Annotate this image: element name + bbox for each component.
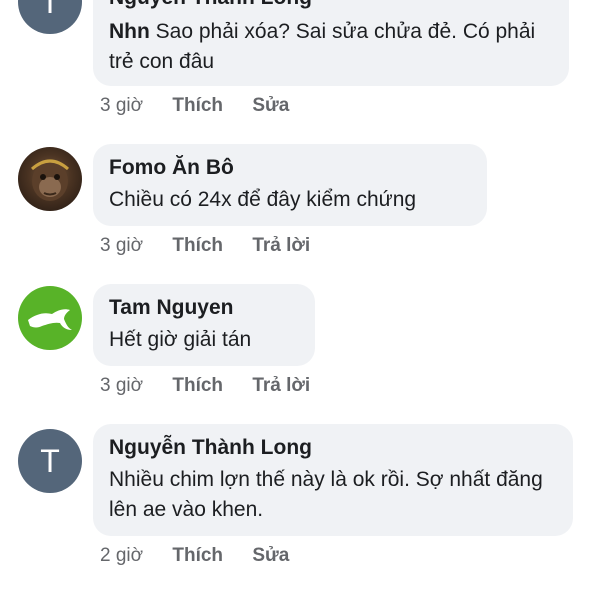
comment-author[interactable]: Tam Nguyen	[109, 295, 299, 321]
comment-bubble[interactable]: Nguyễn Thành Long Nhn Sao phải xóa? Sai …	[93, 0, 569, 86]
comment-meta: 3 giờ Thích Trả lời	[100, 374, 334, 398]
reply-button[interactable]: Trả lời	[252, 374, 310, 398]
like-button[interactable]: Thích	[172, 374, 223, 398]
puma-silhouette-icon	[28, 309, 72, 330]
avatar-letter: T	[40, 442, 60, 479]
comment-time[interactable]: 3 giờ	[100, 374, 143, 398]
comment-bubble[interactable]: Nguyễn Thành Long Nhiều chim lợn thế này…	[93, 424, 573, 536]
monkey-face-icon	[31, 159, 69, 201]
comment-meta: 2 giờ Thích Sửa	[100, 544, 313, 568]
comment-text: Nhn Sao phải xóa? Sai sửa chửa đẻ. Có ph…	[109, 17, 553, 77]
user-avatar[interactable]: T	[18, 429, 82, 493]
comment-meta: 3 giờ Thích Trả lời	[100, 234, 334, 258]
edit-button[interactable]: Sửa	[252, 94, 289, 118]
comment-body: Chiều có 24x để đây kiểm chứng	[109, 188, 417, 211]
comment-meta: 3 giờ Thích Sửa	[100, 94, 313, 118]
user-avatar[interactable]: T	[18, 0, 82, 34]
monkey-warrior-avatar-icon[interactable]	[18, 147, 82, 211]
comment-body: Hết giờ giải tán	[109, 328, 252, 351]
comment-time[interactable]: 2 giờ	[100, 544, 143, 568]
comment-bubble[interactable]: Fomo Ăn Bô Chiều có 24x để đây kiểm chứn…	[93, 144, 487, 226]
comment-body: Sao phải xóa? Sai sửa chửa đẻ. Có phải t…	[109, 20, 536, 73]
reply-button[interactable]: Trả lời	[252, 234, 310, 258]
puma-logo-icon[interactable]	[18, 286, 82, 350]
comment-author[interactable]: Fomo Ăn Bô	[109, 155, 471, 181]
edit-button[interactable]: Sửa	[252, 544, 289, 568]
comment-body: Nhiều chim lợn thế này là ok rồi. Sợ nhấ…	[109, 468, 543, 521]
comment-author[interactable]: Nguyễn Thành Long	[109, 0, 553, 11]
like-button[interactable]: Thích	[172, 544, 223, 568]
comment-author[interactable]: Nguyễn Thành Long	[109, 435, 557, 461]
comment-time[interactable]: 3 giờ	[100, 94, 143, 118]
like-button[interactable]: Thích	[172, 234, 223, 258]
comment-bubble[interactable]: Tam Nguyen Hết giờ giải tán	[93, 284, 315, 366]
comment-time[interactable]: 3 giờ	[100, 234, 143, 258]
like-button[interactable]: Thích	[172, 94, 223, 118]
mention-tag[interactable]: Nhn	[109, 20, 150, 43]
avatar-letter: T	[40, 0, 60, 20]
